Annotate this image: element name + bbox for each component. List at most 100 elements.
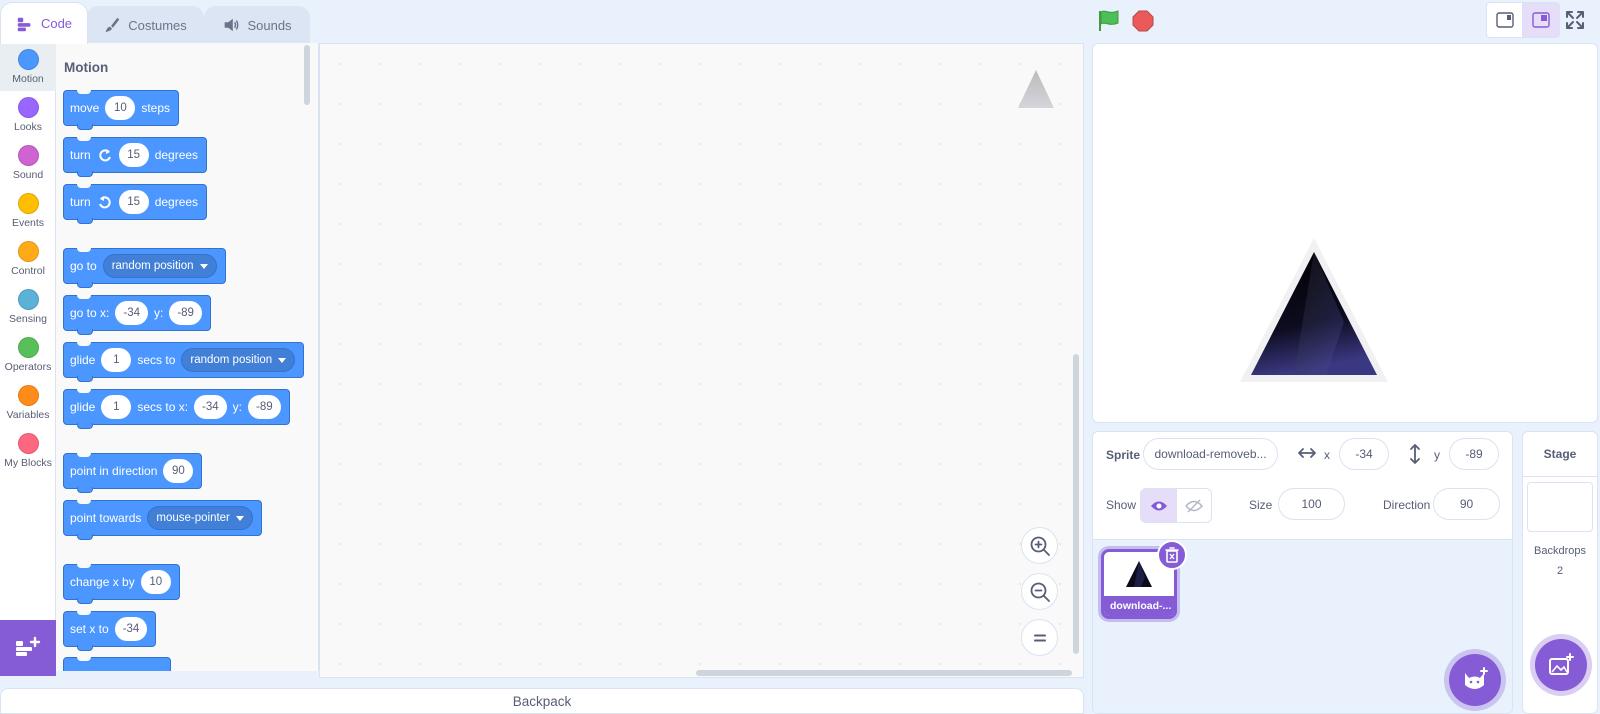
backpack-bar[interactable]: Backpack — [0, 688, 1084, 714]
green-flag-icon[interactable] — [1096, 9, 1122, 33]
stage[interactable] — [1092, 43, 1598, 423]
tab-code[interactable]: Code — [0, 2, 88, 44]
dropdown-value: random position — [190, 354, 273, 366]
category-sound[interactable]: Sound — [0, 139, 56, 187]
change-x-input[interactable]: 10 — [140, 570, 171, 594]
y-position-field[interactable]: -89 — [1449, 438, 1499, 470]
category-menu: Motion Looks Sound Events Control Sensin… — [0, 43, 56, 671]
block-text: y: — [232, 400, 243, 414]
zoom-in-button[interactable] — [1021, 527, 1058, 564]
sprite-triangle[interactable] — [1234, 232, 1394, 400]
size-label: Size — [1249, 498, 1273, 512]
block-glide-xy[interactable]: glide 1 secs to x: -34 y: -89 — [63, 389, 290, 429]
degrees-input[interactable]: 15 — [118, 190, 149, 214]
large-stage-button[interactable] — [1523, 3, 1559, 37]
category-sound-label: Sound — [12, 169, 44, 181]
block-change-x[interactable]: change x by 10 — [63, 564, 180, 604]
stage-size-toggle — [1486, 2, 1560, 38]
x-position-field[interactable]: -34 — [1339, 438, 1389, 470]
category-events[interactable]: Events — [0, 187, 56, 235]
x-input[interactable]: -34 — [115, 301, 148, 325]
sprite-list: download-... — [1093, 540, 1512, 713]
size-field[interactable]: 100 — [1278, 488, 1345, 520]
fullscreen-icon[interactable] — [1564, 9, 1586, 31]
block-turn-left[interactable]: turn 15 degrees — [63, 184, 208, 224]
tab-sounds[interactable]: Sounds — [204, 6, 310, 43]
block-go-to[interactable]: go to random position — [63, 248, 226, 288]
secs-input[interactable]: 1 — [101, 348, 132, 372]
glide-to-dropdown[interactable]: random position — [181, 348, 296, 372]
add-extension-button[interactable] — [0, 620, 56, 676]
stage-thumbnail[interactable] — [1527, 482, 1593, 532]
stop-sign-icon[interactable] — [1132, 10, 1154, 32]
small-stage-icon — [1495, 12, 1514, 28]
block-turn-right[interactable]: turn 15 degrees — [63, 137, 208, 177]
block-glide-to[interactable]: glide 1 secs to random position — [63, 342, 305, 382]
y-input[interactable]: -89 — [169, 301, 202, 325]
zoom-out-button[interactable] — [1021, 573, 1058, 610]
secs-input[interactable]: 1 — [101, 395, 132, 419]
block-text: set x to — [70, 622, 109, 636]
trash-icon — [1165, 547, 1179, 563]
zoom-reset-button[interactable] — [1021, 619, 1058, 656]
large-stage-icon — [1532, 12, 1550, 28]
small-stage-button[interactable] — [1487, 3, 1523, 37]
delete-sprite-button[interactable] — [1157, 540, 1187, 570]
sprite-name-field[interactable]: download-removeb... — [1143, 438, 1278, 470]
current-sprite-watermark — [1018, 70, 1054, 108]
block-text: change x by — [70, 575, 135, 589]
add-sprite-button[interactable] — [1449, 654, 1501, 706]
hide-sprite-button[interactable] — [1176, 489, 1211, 522]
go-to-dropdown[interactable]: random position — [102, 254, 217, 278]
zoom-in-icon — [1030, 536, 1050, 556]
block-point-towards[interactable]: point towards mouse-pointer — [63, 500, 262, 540]
point-towards-dropdown[interactable]: mouse-pointer — [147, 506, 253, 530]
dropdown-value: random position — [111, 260, 194, 272]
stage-selector[interactable]: Stage Backdrops 2 — [1522, 431, 1598, 714]
block-text: steps — [141, 101, 171, 115]
steps-input[interactable]: 10 — [105, 96, 136, 120]
category-sensing-dot — [17, 289, 39, 310]
category-variables[interactable]: Variables — [0, 379, 56, 427]
dropdown-value: mouse-pointer — [156, 512, 230, 524]
block-text: secs to x: — [137, 400, 189, 414]
block-text: move — [70, 101, 100, 115]
workspace-horizontal-scrollbar[interactable] — [696, 670, 1072, 676]
script-workspace[interactable] — [319, 43, 1084, 678]
speaker-icon — [225, 18, 239, 32]
tab-code-label: Code — [40, 16, 73, 31]
eye-hidden-icon — [1185, 499, 1203, 512]
chevron-down-icon — [278, 357, 287, 363]
block-partial[interactable] — [63, 657, 171, 671]
palette-scrollbar[interactable] — [304, 45, 310, 105]
direction-label: Direction — [1383, 498, 1431, 512]
direction-input[interactable]: 90 — [163, 459, 194, 483]
add-backdrop-button[interactable] — [1535, 639, 1587, 691]
category-control-label: Control — [11, 265, 45, 277]
eye-icon — [1150, 501, 1167, 510]
block-go-to-xy[interactable]: go to x: -34 y: -89 — [63, 295, 211, 335]
y-input[interactable]: -89 — [248, 395, 281, 419]
x-input[interactable]: -34 — [194, 395, 227, 419]
sprite-thumbnail-image — [1126, 561, 1152, 587]
category-motion[interactable]: Motion — [0, 43, 56, 91]
direction-field[interactable]: 90 — [1433, 488, 1500, 520]
block-set-x[interactable]: set x to -34 — [63, 611, 157, 651]
category-looks[interactable]: Looks — [0, 91, 56, 139]
tab-costumes[interactable]: Costumes — [86, 6, 204, 43]
tab-sounds-label: Sounds — [247, 17, 292, 33]
degrees-input[interactable]: 15 — [118, 143, 149, 167]
backdrops-label: Backdrops — [1534, 545, 1586, 557]
set-x-input[interactable]: -34 — [114, 617, 148, 641]
category-sensing[interactable]: Sensing — [0, 283, 56, 331]
category-control[interactable]: Control — [0, 235, 56, 283]
block-point-in-direction[interactable]: point in direction 90 — [63, 453, 203, 493]
workspace-vertical-scrollbar[interactable] — [1073, 354, 1079, 654]
category-operators[interactable]: Operators — [0, 331, 56, 379]
show-sprite-button[interactable] — [1141, 489, 1176, 522]
category-my-blocks[interactable]: My Blocks — [0, 427, 56, 475]
block-move-steps[interactable]: move 10 steps — [63, 90, 180, 130]
backdrops-count: 2 — [1556, 565, 1564, 577]
block-text: glide — [70, 353, 96, 367]
show-label: Show — [1106, 498, 1137, 512]
